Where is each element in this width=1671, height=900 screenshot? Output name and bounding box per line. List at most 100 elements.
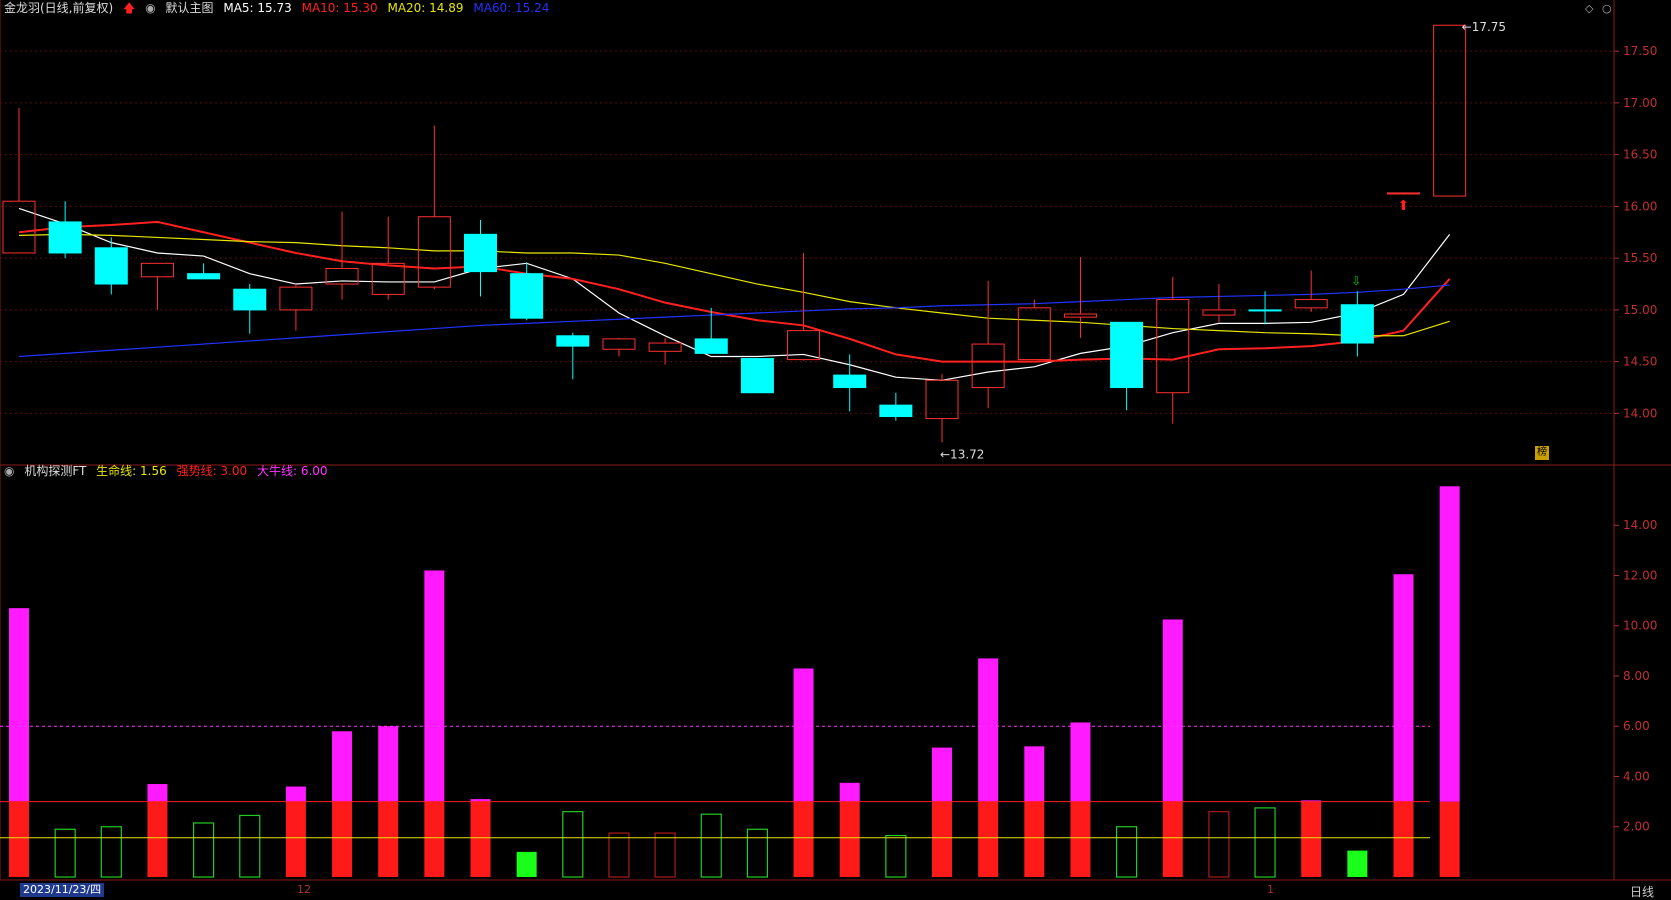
indicator-bar-magenta: [378, 726, 399, 802]
indicator-bar-series[interactable]: [9, 486, 1460, 878]
indicator-bar: [562, 811, 584, 878]
candle-body: [740, 358, 774, 394]
indicator-bar-red: [932, 801, 952, 877]
chevron-down-icon[interactable]: ◉: [4, 464, 14, 478]
indicator-bar-green-outline: [700, 813, 722, 878]
indicator-bar-magenta: [424, 570, 445, 802]
ma20-label: MA20: 14.89: [387, 1, 464, 15]
candle-body: [464, 233, 497, 273]
candle-body: [279, 286, 313, 311]
sub-pane-value-axis: 2.00 4.00 6.00 8.00 10.00 12.00 14.00: [1614, 518, 1657, 834]
sell-signal-arrow-icon: ⇩: [1351, 274, 1361, 288]
candle: [602, 337, 636, 357]
diamond-icon[interactable]: ◇: [1585, 2, 1593, 15]
bull-line-label: 大牛线: 6.00: [256, 464, 328, 478]
indicator-bar: [516, 851, 537, 877]
value-tick-label: 12.00: [1623, 568, 1657, 582]
candle: [1063, 257, 1097, 338]
candle-body: [556, 335, 590, 347]
indicator-bar: [285, 786, 306, 877]
indicator-bar-red: [1393, 801, 1414, 877]
price-tick-label: 14.50: [1623, 355, 1657, 369]
chevron-down-icon[interactable]: ◉: [145, 1, 155, 15]
month-tick-12: 12: [297, 883, 311, 896]
indicator-bar-green-outline: [100, 826, 122, 878]
candle: [1017, 299, 1051, 361]
indicator-bar-magenta: [147, 784, 168, 802]
ma5-label: MA5: 15.73: [223, 1, 292, 15]
candle: [1202, 284, 1236, 323]
candle: [556, 332, 590, 380]
value-tick-label: 6.00: [1623, 719, 1650, 733]
candle-body: [694, 338, 728, 354]
settings-icon[interactable]: ○: [1602, 2, 1612, 15]
price-tick-label: 15.00: [1623, 303, 1657, 317]
indicator-bar-magenta: [978, 658, 999, 802]
indicator-bar-red: [9, 801, 29, 877]
indicator-bar-green-outline: [562, 811, 584, 878]
indicator-bar-red: [1301, 801, 1322, 877]
indicator-bar-magenta: [332, 731, 353, 802]
candle: [787, 252, 821, 361]
candle-body: [371, 262, 405, 295]
indicator-bar: [239, 814, 261, 878]
indicator-bar-magenta: [1439, 486, 1460, 802]
indicator-bar-magenta: [1024, 746, 1045, 802]
value-tick-label: 14.00: [1623, 518, 1657, 532]
candlestick-series[interactable]: [2, 24, 1467, 443]
candle: [833, 354, 867, 412]
ma60-label: MA60: 15.24: [473, 1, 550, 15]
indicator-bar: [932, 747, 952, 877]
candle: [464, 219, 497, 297]
template-name[interactable]: 默认主图: [166, 1, 214, 15]
indicator-bar: [1347, 850, 1368, 877]
indicator-bar: [1070, 722, 1091, 877]
value-tick-label: 10.00: [1623, 619, 1657, 633]
rank-tab[interactable]: 榜: [1535, 446, 1549, 460]
candle: [740, 358, 774, 394]
candle-body: [602, 338, 636, 350]
candle-body: [1017, 307, 1051, 361]
indicator-bar-magenta: [1162, 619, 1183, 802]
candle-body: [1110, 321, 1144, 389]
candle: [1156, 276, 1190, 424]
indicator-bar-magenta: [1393, 574, 1414, 802]
indicator-bar: [424, 570, 445, 877]
candle-body: [971, 343, 1005, 389]
indicator-bar: [885, 834, 907, 878]
indicator-bar-green-outline: [1115, 826, 1138, 878]
strong-line-label: 强势线: 3.00: [176, 464, 248, 478]
indicator-bar-red: [1439, 801, 1460, 877]
main-pane-header: 金龙羽(日线,前复权) 🡅 ◉ 默认主图 MA5: 15.73 MA10: 15…: [4, 0, 555, 16]
candle: [1294, 270, 1328, 312]
indicator-bar: [700, 813, 722, 878]
indicator-bar: [1254, 807, 1276, 878]
indicator-bar-green-solid: [516, 851, 537, 877]
up-arrow-icon: 🡅: [123, 1, 136, 15]
indicator-name[interactable]: 机构探测FT: [24, 464, 86, 478]
candle: [140, 262, 174, 310]
value-tick-label: 4.00: [1623, 769, 1650, 783]
indicator-reference-lines: [0, 725, 1430, 839]
period-selector[interactable]: 日线: [1630, 883, 1654, 900]
candle-body: [1248, 309, 1282, 312]
candle: [1110, 321, 1144, 411]
candle: [417, 125, 451, 290]
stock-chart[interactable]: 14.0014.5015.0015.5016.0016.5017.0017.50…: [0, 0, 1671, 898]
indicator-bar-red: [1070, 801, 1091, 877]
indicator-bar-green-outline: [885, 834, 907, 878]
candle: [187, 263, 221, 280]
buy-signal-arrow-icon: ⬆: [1398, 198, 1410, 214]
candle: [279, 284, 313, 331]
indicator-bar-red: [470, 801, 491, 877]
indicator-bar-magenta: [1070, 722, 1091, 802]
indicator-bar-magenta: [285, 786, 306, 802]
value-tick-label: 2.00: [1623, 820, 1650, 834]
cursor-date-label: 2023/11/23/四: [20, 883, 105, 897]
candle: [1387, 192, 1420, 195]
indicator-bar-red: [1024, 801, 1045, 877]
indicator-bar-magenta: [9, 608, 29, 802]
stock-name[interactable]: 金龙羽(日线,前复权): [4, 1, 113, 15]
candle: [925, 374, 959, 443]
indicator-bar-red: [378, 801, 399, 877]
